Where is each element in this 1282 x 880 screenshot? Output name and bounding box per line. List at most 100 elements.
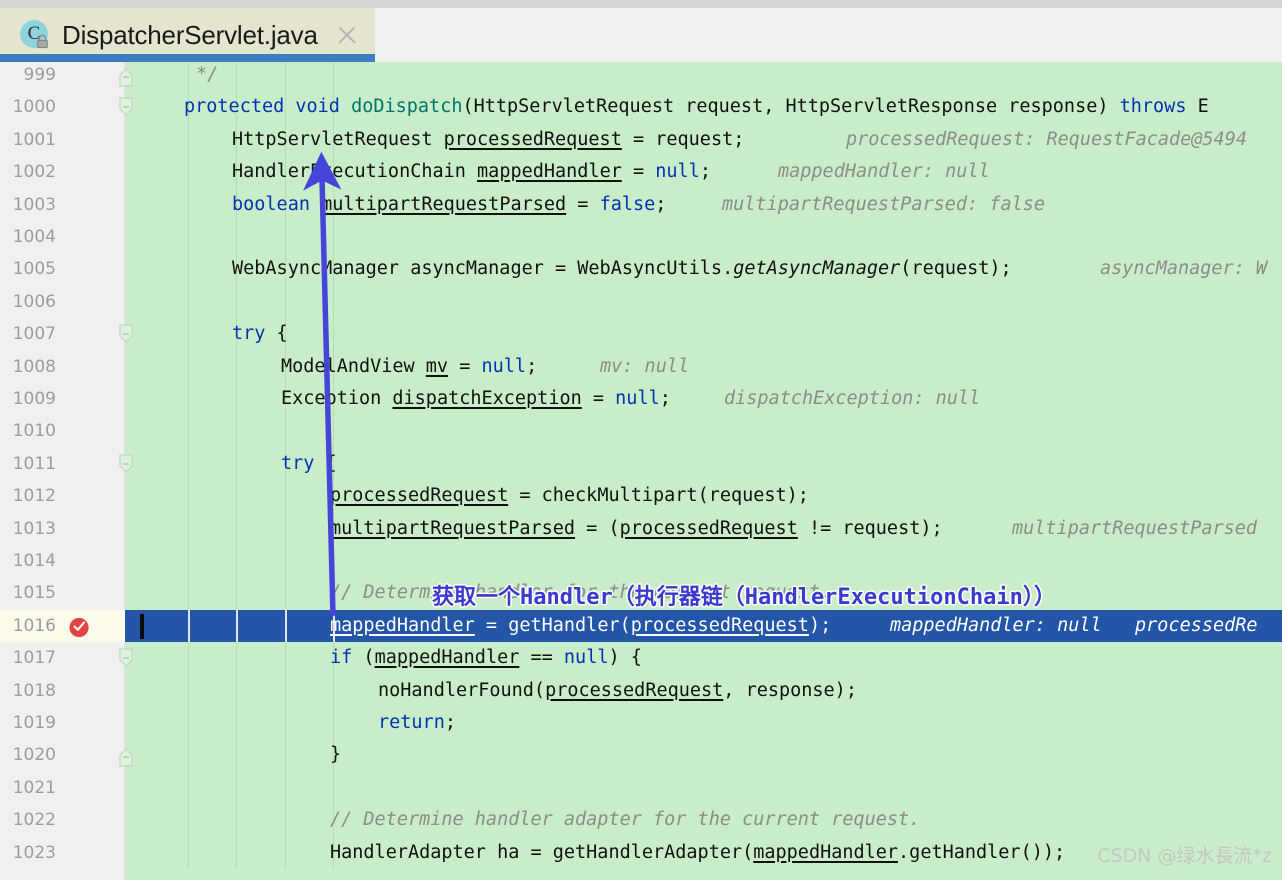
code-text: if (mappedHandler == null) { xyxy=(330,647,642,669)
indent-guide-1 xyxy=(236,674,238,707)
fold-end-icon[interactable] xyxy=(117,747,135,768)
indent-guide-2 xyxy=(285,836,287,869)
code-line[interactable]: 1002 HandlerExecutionChain mappedHandler … xyxy=(0,156,1282,189)
line-number: 1010 xyxy=(12,421,56,442)
indent-guide-2 xyxy=(285,512,287,545)
watermark: CSDN @绿水長流*z xyxy=(1097,845,1272,867)
indent-guide-0 xyxy=(188,804,190,837)
code-line[interactable]: 1019 return; xyxy=(0,707,1282,740)
editor-tab-label: DispatcherServlet.java xyxy=(62,19,318,50)
indent-guide-2 xyxy=(285,609,287,643)
fold-end-icon[interactable] xyxy=(117,67,135,87)
fold-start-icon[interactable] xyxy=(117,454,135,474)
line-number: 1013 xyxy=(12,518,56,539)
line-number: 1001 xyxy=(12,129,56,150)
indent-guide-2 xyxy=(285,804,287,837)
fold-start-icon[interactable] xyxy=(117,648,135,668)
indent-guide-3 xyxy=(333,707,335,740)
breakpoint-verified-icon[interactable] xyxy=(68,615,91,638)
code-editor[interactable]: 999 */ 1000 protected void doDispatch(HttpS… xyxy=(0,62,1282,880)
code-line[interactable]: 1007 try { xyxy=(0,318,1282,351)
code-line[interactable]: 1014 xyxy=(0,545,1282,578)
indent-guide-0 xyxy=(188,739,190,772)
indent-guide-3 xyxy=(333,415,335,448)
line-number: 1016 xyxy=(12,615,56,636)
indent-guide-3 xyxy=(333,285,335,319)
code-line[interactable]: 1021 xyxy=(0,771,1282,805)
close-icon[interactable] xyxy=(334,22,360,48)
inline-debug-hint: mv: null xyxy=(600,355,690,377)
indent-guide-0 xyxy=(188,123,190,157)
indent-guide-0 xyxy=(188,674,190,707)
code-line[interactable]: 1011 try { xyxy=(0,447,1282,481)
indent-guide-0 xyxy=(188,609,190,643)
code-text: try { xyxy=(232,323,288,345)
line-number: 1018 xyxy=(12,680,56,701)
indent-guide-0 xyxy=(188,707,190,740)
code-line[interactable]: 1022 // Determine handler adapter for the… xyxy=(0,804,1282,837)
indent-guide-1 xyxy=(236,609,238,643)
indent-guide-1 xyxy=(236,285,238,319)
line-number: 1009 xyxy=(12,389,56,409)
indent-guide-1 xyxy=(236,707,238,740)
code-line[interactable]: 1012 processedRequest = checkMultipart(re… xyxy=(0,480,1282,513)
code-text: // Determine handler adapter for the cur… xyxy=(330,809,921,831)
code-line[interactable]: 1008 ModelAndView mv = null; mv: null xyxy=(0,350,1282,383)
indent-guide-3 xyxy=(333,674,335,707)
handler-annotation-text: 获取一个Handler（执行器链（HandlerExecutionChain）） xyxy=(432,585,1056,611)
code-text: WebAsyncManager asyncManager = WebAsyncU… xyxy=(232,258,1012,280)
indent-guide-2 xyxy=(285,480,287,513)
indent-guide-3 xyxy=(333,221,335,254)
code-line[interactable]: 1017 if (mappedHandler == null) { xyxy=(0,642,1282,675)
code-text: boolean multipartRequestParsed = false; xyxy=(232,193,667,215)
text-caret xyxy=(140,613,144,639)
indent-guide-1 xyxy=(236,545,238,578)
code-line[interactable]: 1009 Exception dispatchException = null; d… xyxy=(0,383,1282,416)
code-line[interactable]: 1013 multipartRequestParsed = (processedR… xyxy=(0,512,1282,545)
line-number: 999 xyxy=(23,65,56,85)
editor-window: C DispatcherServlet.java 999 */ 1000 protec… xyxy=(0,0,1282,880)
indent-guide-3 xyxy=(333,771,335,805)
indent-guide-1 xyxy=(236,642,238,675)
line-number: 1023 xyxy=(12,842,56,863)
line-number: 1000 xyxy=(12,97,56,118)
code-line[interactable]: 1018 noHandlerFound(processedRequest, res… xyxy=(0,674,1282,707)
code-line[interactable]: 999 */ xyxy=(0,62,1282,92)
code-line[interactable]: 1010 xyxy=(0,415,1282,448)
code-text: ModelAndView mv = null; xyxy=(281,355,538,377)
code-line[interactable]: 1000 protected void doDispatch(HttpServle… xyxy=(0,91,1282,124)
inline-debug-hint: mappedHandler: null processedRe xyxy=(890,614,1258,636)
code-line-selected[interactable]: 1016 mappedHandler = getHandler(processed… xyxy=(0,609,1282,643)
code-line[interactable]: 1003 boolean multipartRequestParsed = fal… xyxy=(0,188,1282,221)
line-number: 1015 xyxy=(12,583,56,604)
fold-start-icon[interactable] xyxy=(117,324,135,344)
indent-guide-1 xyxy=(236,415,238,448)
code-line[interactable]: 1023 HandlerAdapter ha = getHandlerAdapte… xyxy=(0,836,1282,869)
indent-guide-2 xyxy=(285,415,287,448)
code-line[interactable]: 1001 HttpServletRequest processedRequest … xyxy=(0,123,1282,157)
indent-guide-0 xyxy=(188,383,190,416)
indent-guide-2 xyxy=(285,674,287,707)
line-number: 1007 xyxy=(12,324,56,345)
indent-guide-1 xyxy=(236,62,238,92)
fold-start-icon[interactable] xyxy=(117,97,135,117)
indent-guide-1 xyxy=(236,221,238,254)
code-text: HandlerExecutionChain mappedHandler = nu… xyxy=(232,161,711,183)
indent-guide-1 xyxy=(236,739,238,772)
code-line[interactable]: 1004 xyxy=(0,221,1282,254)
inline-debug-hint: dispatchException: null xyxy=(724,388,981,409)
line-number: 1004 xyxy=(12,227,56,247)
code-text: } xyxy=(330,744,342,766)
indent-guide-3 xyxy=(333,62,335,92)
code-text: HttpServletRequest processedRequest = re… xyxy=(232,128,745,150)
code-line[interactable]: 1006 xyxy=(0,285,1282,319)
inline-debug-hint: mappedHandler: null xyxy=(778,161,990,183)
code-line[interactable]: 1020} xyxy=(0,739,1282,772)
line-number: 1022 xyxy=(12,810,56,831)
code-line[interactable]: 1005 WebAsyncManager asyncManager = WebAs… xyxy=(0,253,1282,286)
indent-guide-0 xyxy=(188,512,190,545)
line-number: 1003 xyxy=(12,194,56,215)
indent-guide-0 xyxy=(188,318,190,351)
code-text: return; xyxy=(378,712,456,733)
code-text: */ xyxy=(196,64,219,85)
